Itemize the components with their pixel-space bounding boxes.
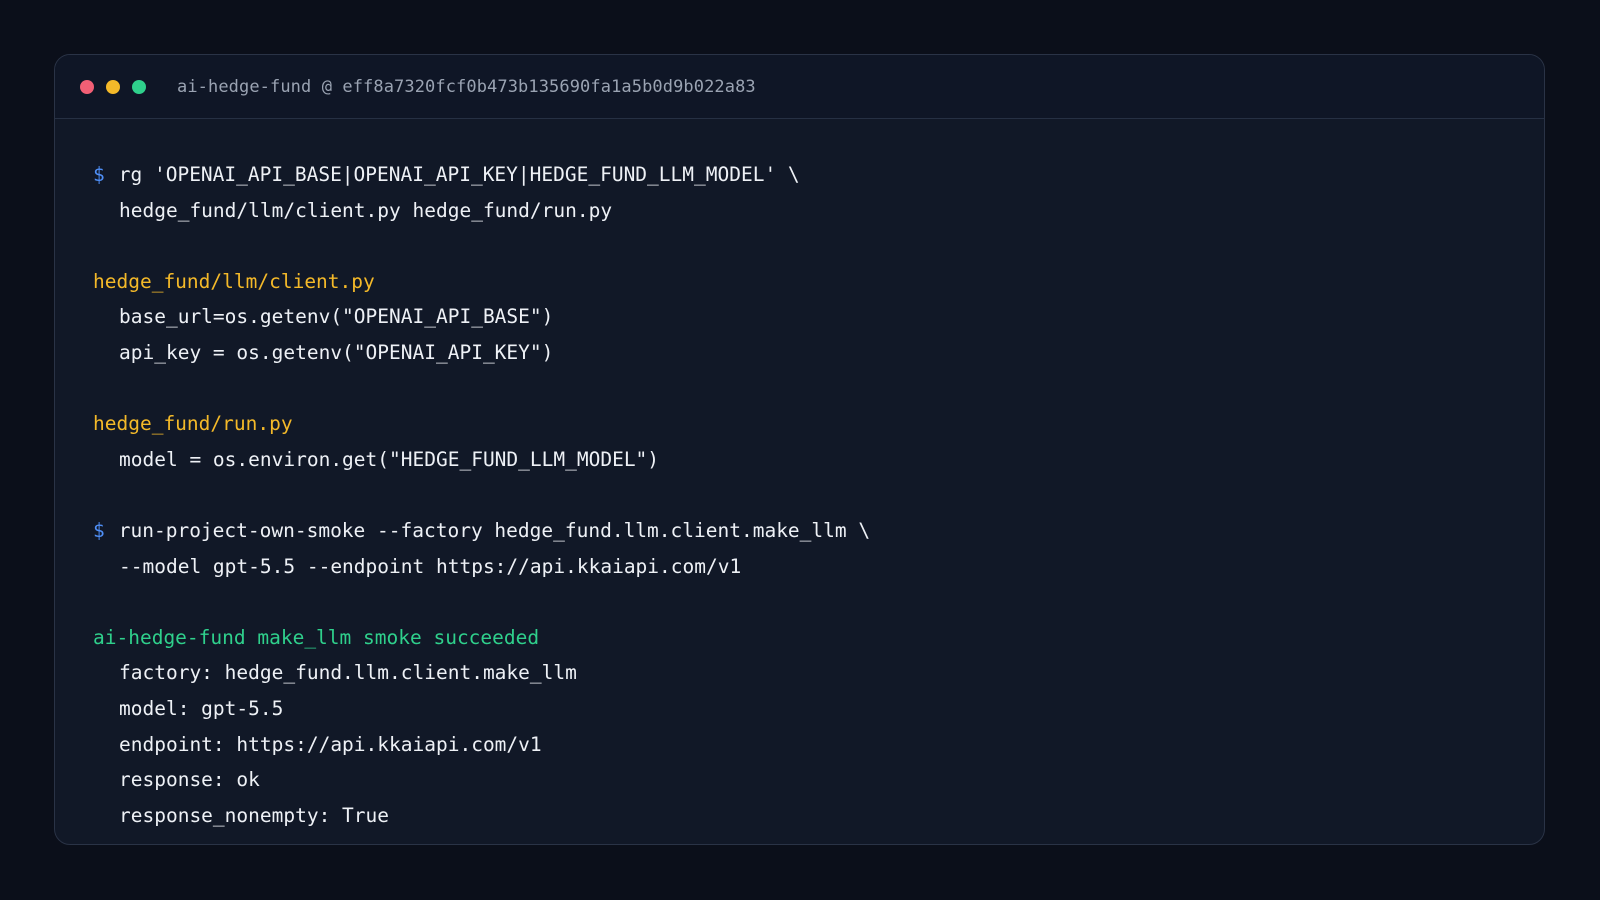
maximize-window-button[interactable] [132,79,146,94]
match-line: base_url=os.getenv("OPENAI_API_BASE") [119,305,554,329]
match-line: model = os.environ.get("HEDGE_FUND_LLM_M… [119,447,660,471]
window-title: ai-hedge-fund @ eff8a7320fcf0b473b135690… [177,76,756,97]
minimize-window-button[interactable] [106,79,120,94]
terminal-output[interactable]: $ rg 'OPENAI_API_BASE|OPENAI_API_KEY|HEDG… [55,119,1544,833]
result-line: endpoint: https://api.kkaiapi.com/v1 [119,732,542,756]
title-bar: ai-hedge-fund @ eff8a7320fcf0b473b135690… [55,55,1544,119]
prompt-symbol: $ [93,518,105,542]
prompt-symbol: $ [93,163,105,186]
match-line: api_key = os.getenv("OPENAI_API_KEY") [119,340,554,364]
command-line: $ rg 'OPENAI_API_BASE|OPENAI_API_KEY|HEDG… [93,157,1544,193]
close-window-button[interactable] [80,79,94,94]
result-line: factory: hedge_fund.llm.client.make_llm [119,661,577,685]
command-text: rg 'OPENAI_API_BASE|OPENAI_API_KEY|HEDGE… [118,163,800,186]
match-file-header: hedge_fund/llm/client.py [93,269,375,293]
command-continuation: hedge_fund/llm/client.py hedge_fund/run.… [119,198,613,222]
command-text: run-project-own-smoke --factory hedge_fu… [118,518,871,542]
match-file-header: hedge_fund/run.py [93,412,293,436]
terminal-window: ai-hedge-fund @ eff8a7320fcf0b473b135690… [54,54,1545,845]
result-line: model: gpt-5.5 [119,696,284,720]
success-header: ai-hedge-fund make_llm smoke succeeded [93,625,540,649]
command-line: $ run-project-own-smoke --factory hedge_f… [93,513,1544,549]
command-continuation: --model gpt-5.5 --endpoint https://api.k… [119,554,742,578]
result-line: response: ok [119,768,260,792]
result-line: response_nonempty: True [119,803,390,827]
